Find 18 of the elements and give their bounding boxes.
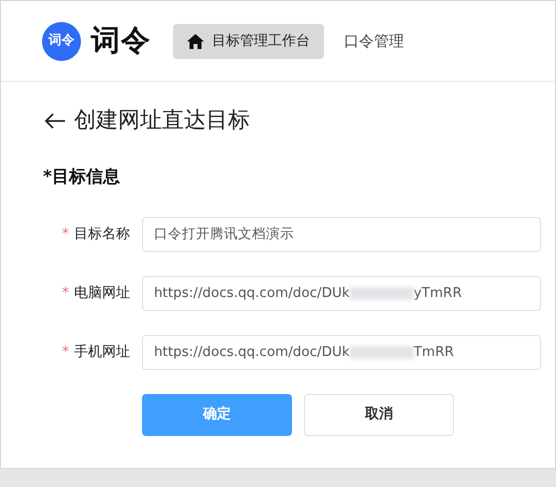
home-icon (187, 34, 204, 48)
input-field[interactable]: https://docs.qq.com/doc/DUk TmRR (142, 334, 541, 370)
cancel-button[interactable]: 取消 (304, 394, 454, 436)
logo-badge: 词令 (42, 22, 81, 60)
nav-tab[interactable]: 口令管理 (330, 22, 418, 60)
back-arrow-icon[interactable] (44, 112, 66, 128)
field-label: 电脑网址 (74, 284, 130, 300)
field-label: 手机网址 (74, 344, 130, 360)
required-mark: * (62, 284, 69, 300)
field-label: 目标名称 (74, 226, 130, 242)
page-title: 创建网址直达目标 (74, 107, 250, 135)
logo-text: 词令 (91, 22, 151, 60)
nav-tab[interactable]: 目标管理工作台 (173, 24, 324, 58)
input-field[interactable]: https://docs.qq.com/doc/DUk yTmRR (142, 276, 541, 310)
required-mark: * (62, 226, 69, 242)
input-field[interactable]: 口令打开腾讯文档演示 (142, 216, 541, 252)
required-mark: * (62, 344, 69, 360)
section-title: *目标信息 (42, 166, 121, 189)
